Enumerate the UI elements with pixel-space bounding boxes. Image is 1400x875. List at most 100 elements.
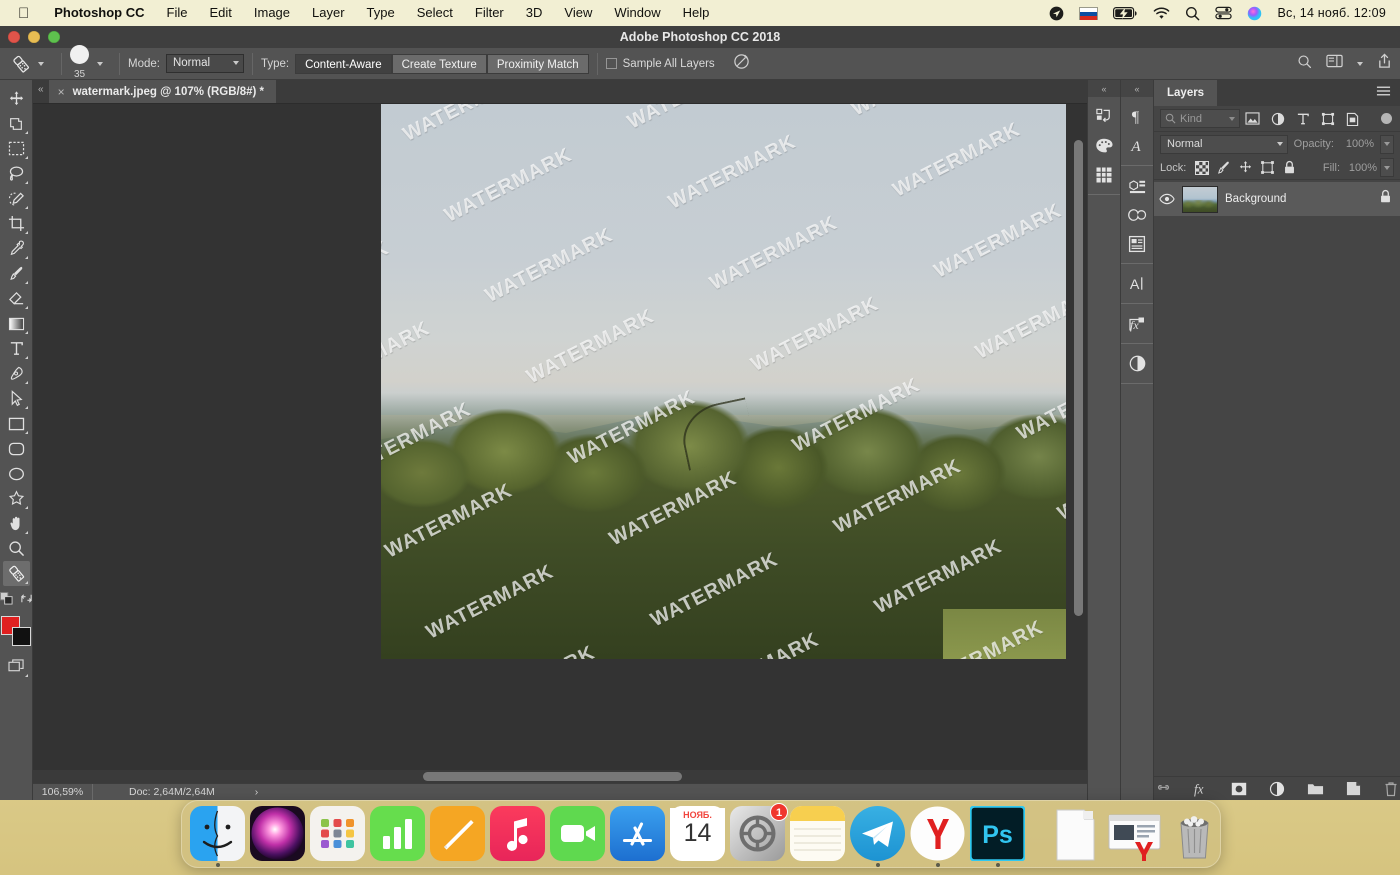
brush-tool[interactable] <box>3 261 30 286</box>
layer-locked-icon[interactable] <box>1379 189 1392 209</box>
location-icon[interactable] <box>1049 6 1064 21</box>
custom-shape-tool[interactable] <box>3 486 30 511</box>
shape-filter-icon[interactable] <box>1315 108 1340 130</box>
link-layers-icon[interactable] <box>1155 780 1172 797</box>
dock-item-finder[interactable] <box>190 806 245 861</box>
dock-item-document-file[interactable] <box>1047 806 1102 861</box>
menu-item-3d[interactable]: 3D <box>515 0 554 26</box>
lock-position-icon[interactable] <box>1236 158 1255 177</box>
tool-preset-chevron-down-icon[interactable] <box>38 62 44 66</box>
search-icon[interactable] <box>1297 54 1312 74</box>
layer-thumbnail[interactable] <box>1182 186 1218 213</box>
swap-colors-icon[interactable] <box>20 592 33 610</box>
dock-item-notes[interactable] <box>790 806 845 861</box>
default-colors-icon[interactable] <box>0 592 13 610</box>
layer-filter-kind-select[interactable]: Kind <box>1160 109 1240 128</box>
type-option-content-aware[interactable]: Content-Aware <box>295 54 392 74</box>
dock-item-browser-window[interactable] <box>1107 806 1162 861</box>
history-icon[interactable] <box>1091 102 1117 131</box>
background-color-swatch[interactable] <box>12 627 31 646</box>
type-option-create-texture[interactable]: Create Texture <box>392 54 487 74</box>
character-icon[interactable]: A <box>1124 131 1150 160</box>
lock-image-pixels-icon[interactable] <box>1214 158 1233 177</box>
move-tool[interactable] <box>3 86 30 111</box>
horizontal-scrollbar[interactable] <box>423 772 682 781</box>
lock-transparent-pixels-icon[interactable] <box>1192 158 1211 177</box>
adjustments-icon[interactable] <box>1124 349 1150 378</box>
workspace-chevron-down-icon[interactable] <box>1357 62 1363 66</box>
type-option-proximity-match[interactable]: Proximity Match <box>487 54 589 74</box>
menu-clock[interactable]: Вс, 14 нояб. 12:09 <box>1277 6 1386 20</box>
dock-item-telegram[interactable] <box>850 806 905 861</box>
panel-menu-icon[interactable] <box>1376 84 1400 102</box>
adjustment-filter-icon[interactable] <box>1265 108 1290 130</box>
document-tab[interactable]: × watermark.jpeg @ 107% (RGB/8#) * <box>49 80 276 103</box>
ellipse-tool[interactable] <box>3 461 30 486</box>
eraser-tool[interactable] <box>3 286 30 311</box>
fill-value[interactable]: 100% <box>1343 162 1377 174</box>
lasso-tool[interactable] <box>3 161 30 186</box>
dock-item-launchpad[interactable] <box>310 806 365 861</box>
blend-mode-select[interactable]: Normal <box>1160 135 1288 154</box>
dock-item-notes-sketch[interactable] <box>430 806 485 861</box>
libraries-icon[interactable] <box>1124 171 1150 200</box>
color-swatches-icon[interactable] <box>1091 131 1117 160</box>
dock-item-siri[interactable] <box>250 806 305 861</box>
adjustment-layer-icon[interactable] <box>1269 780 1286 797</box>
rail-collapse-icon[interactable]: « <box>1088 80 1120 97</box>
patterns-grid-icon[interactable] <box>1091 160 1117 189</box>
canvas-viewport[interactable]: WATERMARKWATERMARKWATERMARKWATERMARKWATE… <box>33 104 1087 770</box>
siri-icon[interactable] <box>1247 6 1262 21</box>
dock-item-app-store[interactable] <box>610 806 665 861</box>
vertical-scrollbar[interactable] <box>1074 140 1083 616</box>
gradient-tool[interactable] <box>3 311 30 336</box>
type-tool[interactable] <box>3 336 30 361</box>
control-center-icon[interactable] <box>1215 6 1232 20</box>
layer-style-fx-icon[interactable]: fx <box>1193 780 1210 797</box>
creative-cloud-icon[interactable] <box>1124 200 1150 229</box>
sample-all-layers-checkbox[interactable] <box>606 58 617 69</box>
brush-preset-picker[interactable]: 35 <box>70 45 89 82</box>
menu-item-view[interactable]: View <box>553 0 603 26</box>
canvas-image[interactable]: WATERMARKWATERMARKWATERMARKWATERMARKWATE… <box>381 104 1066 659</box>
delete-layer-icon[interactable] <box>1383 780 1400 797</box>
share-icon[interactable] <box>1377 53 1392 74</box>
color-swatches[interactable] <box>1 616 31 646</box>
close-button[interactable] <box>8 31 20 43</box>
panel-collapse-icon[interactable]: « <box>33 80 49 103</box>
type-filter-icon[interactable] <box>1290 108 1315 130</box>
pen-tool[interactable] <box>3 361 30 386</box>
new-layer-icon[interactable] <box>1345 780 1362 797</box>
path-selection-tool[interactable] <box>3 386 30 411</box>
rail-collapse-icon-2[interactable]: « <box>1121 80 1153 97</box>
menu-item-window[interactable]: Window <box>603 0 671 26</box>
lock-all-icon[interactable] <box>1280 158 1299 177</box>
spot-healing-brush-icon[interactable] <box>6 51 36 76</box>
dock-item-trash[interactable] <box>1167 806 1222 861</box>
rounded-rectangle-tool[interactable] <box>3 436 30 461</box>
lock-artboard-icon[interactable] <box>1258 158 1277 177</box>
opacity-value[interactable]: 100% <box>1340 138 1374 150</box>
dock-item-music[interactable] <box>490 806 545 861</box>
layer-name[interactable]: Background <box>1225 193 1372 205</box>
menu-app-name[interactable]: Photoshop CC <box>43 0 155 26</box>
menu-item-layer[interactable]: Layer <box>301 0 356 26</box>
minimize-button[interactable] <box>28 31 40 43</box>
close-icon[interactable]: × <box>58 85 65 99</box>
zoom-level[interactable]: 106,59% <box>33 784 93 801</box>
filter-enable-toggle[interactable] <box>1381 113 1392 124</box>
menu-item-help[interactable]: Help <box>672 0 721 26</box>
quick-selection-tool[interactable] <box>3 186 30 211</box>
dock-item-facetime[interactable] <box>550 806 605 861</box>
spot-healing-brush-tool[interactable] <box>3 561 30 586</box>
dock-item-numbers[interactable] <box>370 806 425 861</box>
tab-layers[interactable]: Layers <box>1154 80 1217 106</box>
zoom-button[interactable] <box>48 31 60 43</box>
workspace-icon[interactable] <box>1326 54 1343 73</box>
search-icon[interactable] <box>1185 6 1200 21</box>
rectangular-marquee-tool[interactable] <box>3 136 30 161</box>
opacity-chevron-down-icon[interactable] <box>1380 135 1394 154</box>
dock-item-system-preferences[interactable]: 1 <box>730 806 785 861</box>
artboard-tool[interactable] <box>3 111 30 136</box>
brush-chevron-down-icon[interactable] <box>97 62 103 66</box>
